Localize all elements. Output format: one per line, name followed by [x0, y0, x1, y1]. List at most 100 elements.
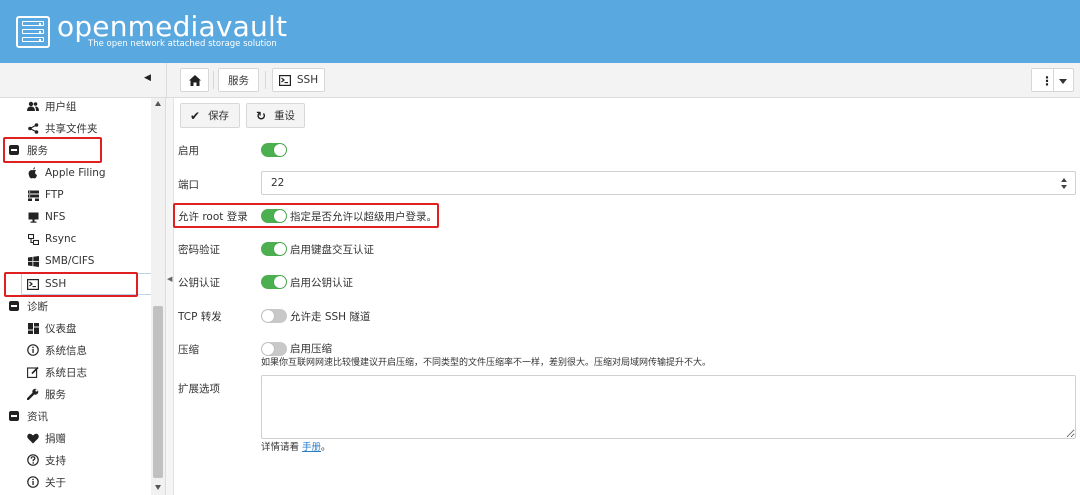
sidebar-item-nfs[interactable]: NFS	[27, 206, 65, 228]
extra-options-label: 扩展选项	[178, 383, 220, 395]
more-actions-button[interactable]: ⋮	[1031, 68, 1074, 92]
minus-square-icon[interactable]	[9, 145, 19, 155]
tcp-forwarding-toggle[interactable]	[261, 309, 287, 323]
port-value: 22	[271, 177, 285, 189]
sidebar-group-diagnostics[interactable]: 诊断	[9, 295, 48, 317]
permit-root-login-text: 指定是否允许以超级用户登录。	[290, 211, 437, 223]
check-icon: ✔	[190, 108, 201, 123]
minus-square-icon[interactable]	[9, 301, 19, 311]
extra-options-textarea[interactable]	[261, 375, 1076, 439]
sidebar-item-donate[interactable]: 捐赠	[27, 427, 66, 449]
kebab-icon: ⋮	[1041, 74, 1053, 88]
sidebar-item-label: 关于	[45, 476, 66, 489]
sidebar-item-ssh[interactable]: SSH	[21, 273, 152, 295]
sidebar-item-label: 资讯	[27, 410, 48, 423]
permit-root-login-toggle[interactable]	[261, 209, 287, 223]
edit-icon	[27, 366, 39, 378]
breadcrumb-services[interactable]: 服务	[218, 68, 259, 92]
manual-link[interactable]: 手册	[302, 442, 321, 453]
pubkey-auth-label: 公钥认证	[178, 277, 220, 289]
sidebar-item-label: FTP	[45, 189, 64, 201]
toggle-knob	[274, 210, 286, 222]
share-icon	[27, 122, 39, 134]
sidebar-item-about[interactable]: 关于	[27, 471, 66, 493]
desktop-icon	[27, 211, 39, 223]
port-label: 端口	[178, 179, 199, 191]
enable-toggle[interactable]	[261, 143, 287, 157]
toggle-knob	[274, 276, 286, 288]
compression-text: 启用压缩	[290, 343, 332, 355]
sidebar-item-label: 系统信息	[45, 344, 87, 357]
divider	[166, 63, 167, 98]
sidebar-item-label: 捐赠	[45, 432, 66, 445]
permit-root-login-label: 允许 root 登录	[178, 211, 248, 223]
reset-button-label: 重设	[274, 110, 296, 122]
password-auth-toggle[interactable]	[261, 242, 287, 256]
toggle-knob	[262, 343, 274, 355]
scrollbar-thumb[interactable]	[153, 306, 163, 478]
port-input[interactable]: 22	[261, 171, 1076, 195]
scroll-up-arrow-icon[interactable]	[155, 101, 161, 106]
sidebar-item-user-groups[interactable]: 用户组	[27, 98, 77, 117]
divider	[213, 71, 214, 89]
question-icon	[27, 454, 39, 466]
heart-icon	[27, 432, 39, 444]
compression-label: 压缩	[178, 344, 199, 356]
sidebar-item-ftp[interactable]: FTP	[27, 184, 64, 206]
sidebar-item-label: SMB/CIFS	[45, 255, 95, 267]
sidebar-item-support[interactable]: 支持	[27, 449, 66, 471]
breadcrumb-home[interactable]	[180, 68, 209, 92]
caret-down-icon[interactable]	[1059, 79, 1067, 84]
brand-name: openmediavault	[57, 10, 288, 43]
sidebar-item-label: NFS	[45, 211, 66, 223]
sidebar-scrollbar[interactable]	[151, 98, 165, 495]
sidebar-item-shared-folders[interactable]: 共享文件夹	[27, 117, 98, 139]
spin-up-icon[interactable]	[1061, 178, 1067, 182]
wrench-icon	[27, 388, 39, 400]
pubkey-auth-toggle[interactable]	[261, 275, 287, 289]
sidebar-item-label: 系统日志	[45, 366, 87, 379]
manual-hint-prefix: 详情请看	[261, 442, 303, 453]
info-icon	[27, 476, 39, 488]
collapse-sidebar-icon[interactable]: ◀	[144, 73, 151, 83]
sidebar-item-system-info[interactable]: 系统信息	[27, 339, 87, 361]
compression-hint: 如果你互联网网速比较慢建议开启压缩，不同类型的文件压缩率不一样，差别很大。压缩对…	[261, 358, 712, 368]
scroll-down-arrow-icon[interactable]	[155, 485, 161, 490]
compression-toggle[interactable]	[261, 342, 287, 356]
ftp-icon	[27, 189, 39, 201]
tcp-forwarding-label: TCP 转发	[178, 311, 222, 323]
password-auth-text: 启用键盘交互认证	[290, 244, 374, 256]
windows-icon	[27, 255, 39, 267]
apple-icon	[27, 167, 39, 179]
password-auth-label: 密码验证	[178, 244, 220, 256]
spin-down-icon[interactable]	[1061, 185, 1067, 189]
breadcrumb-ssh[interactable]: SSH	[272, 68, 325, 92]
brand-tagline: The open network attached storage soluti…	[88, 39, 277, 49]
minus-square-icon[interactable]	[9, 411, 19, 421]
toggle-knob	[262, 310, 274, 322]
reset-button[interactable]: ↻ 重设	[246, 103, 305, 128]
sitemap-icon	[27, 233, 39, 245]
pubkey-auth-text: 启用公钥认证	[290, 277, 353, 289]
sidebar-nav: 用户组 共享文件夹 服务 Apple Filing FTP NFS Rsync	[0, 98, 166, 495]
sidebar-item-system-logs[interactable]: 系统日志	[27, 361, 87, 383]
sidebar-item-label: Apple Filing	[45, 167, 106, 179]
breadcrumb-ssh-label: SSH	[296, 74, 319, 86]
sidebar-item-label: 服务	[27, 144, 48, 157]
sidebar-item-dashboard[interactable]: 仪表盘	[27, 317, 77, 339]
sidebar-group-information[interactable]: 资讯	[9, 405, 48, 427]
divider	[265, 71, 266, 89]
sidebar-item-smb-cifs[interactable]: SMB/CIFS	[27, 250, 94, 272]
refresh-icon: ↻	[256, 108, 267, 123]
save-button[interactable]: ✔ 保存	[180, 103, 240, 128]
sidebar-item-diagnostic-services[interactable]: 服务	[27, 383, 66, 405]
sidebar-splitter[interactable]: ◀	[166, 98, 174, 495]
sidebar-item-apple-filing[interactable]: Apple Filing	[27, 162, 106, 184]
terminal-icon	[278, 74, 291, 86]
collapse-left-icon[interactable]: ◀	[167, 275, 172, 283]
sidebar-item-label: SSH	[45, 278, 67, 290]
sidebar-item-rsync[interactable]: Rsync	[27, 228, 76, 250]
navigation-toolbar: ◀ 服务 SSH ⋮	[0, 63, 1080, 98]
sidebar-group-services[interactable]: 服务	[9, 139, 48, 161]
toggle-knob	[274, 243, 286, 255]
